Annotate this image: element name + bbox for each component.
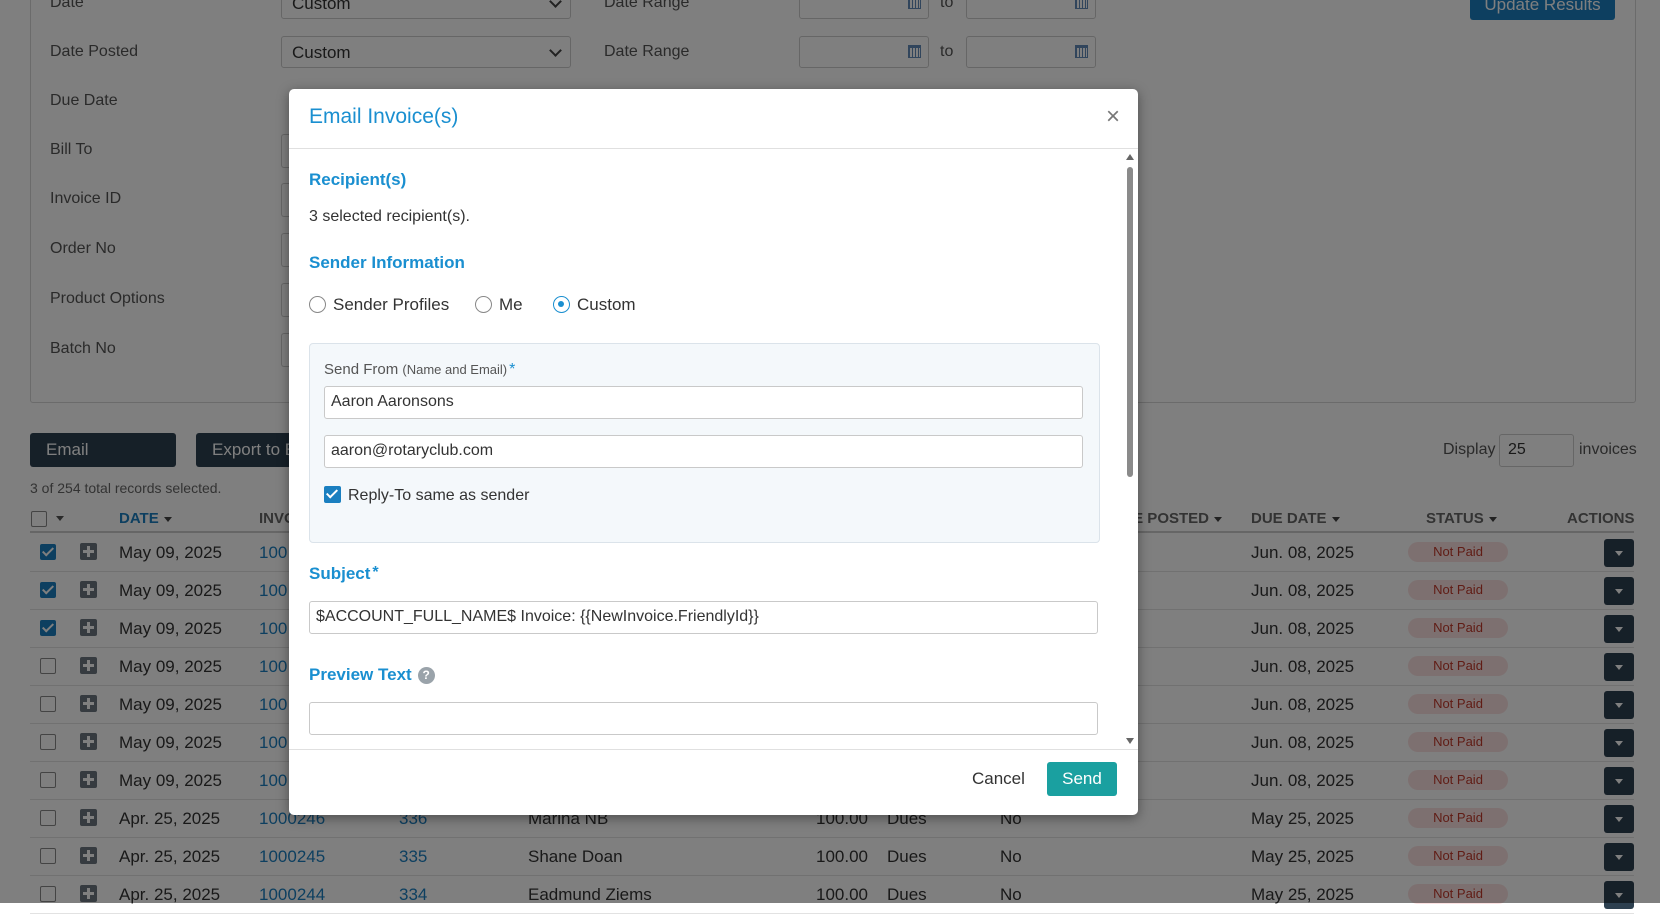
sender-email-input[interactable]: aaron@rotaryclub.com [324, 435, 1083, 468]
modal-scrollbar[interactable] [1125, 151, 1135, 747]
scrollbar-thumb[interactable] [1127, 167, 1133, 477]
subject-heading-text: Subject [309, 564, 371, 583]
help-icon[interactable]: ? [417, 667, 435, 684]
radio-circle[interactable] [475, 296, 492, 313]
send-button[interactable]: Send [1047, 762, 1117, 796]
reply-to-checkbox[interactable] [324, 486, 341, 503]
sender-name-input[interactable]: Aaron Aaronsons [324, 386, 1083, 419]
modal-footer-divider [289, 749, 1138, 750]
radio-circle[interactable] [309, 296, 326, 313]
send-from-label: Send From (Name and Email) * [324, 361, 515, 379]
recipients-heading: Recipient(s) [309, 170, 407, 189]
radio-label: Sender Profiles [333, 295, 450, 314]
sender-information-heading: Sender Information [309, 253, 465, 272]
preview-text-input[interactable] [309, 702, 1098, 735]
preview-text-heading-text: Preview Text [309, 665, 412, 684]
cancel-button[interactable]: Cancel [972, 769, 1025, 789]
radio-label: Me [499, 295, 523, 314]
radio-label: Custom [577, 295, 636, 314]
modal-header-divider [289, 148, 1138, 149]
radio-circle-selected[interactable] [553, 296, 570, 313]
modal-title: Email Invoice(s) [309, 105, 459, 128]
radio-sender-profiles[interactable]: Sender Profiles [309, 295, 449, 315]
subject-input[interactable]: $ACCOUNT_FULL_NAME$ Invoice: {{NewInvoic… [309, 601, 1098, 634]
required-marker: * [509, 361, 516, 378]
close-icon[interactable]: × [1106, 103, 1120, 131]
recipients-count: 3 selected recipient(s). [309, 208, 470, 225]
reply-to-option[interactable]: Reply-To same as sender [324, 486, 529, 505]
email-invoices-modal: Email Invoice(s) × Recipient(s) 3 select… [289, 89, 1138, 815]
scroll-up-arrow-icon[interactable] [1126, 154, 1134, 160]
preview-text-heading: Preview Text? [309, 665, 435, 685]
required-marker: * [372, 564, 379, 581]
send-from-hint: (Name and Email) [402, 362, 508, 377]
radio-custom[interactable]: Custom [553, 295, 636, 315]
send-from-label-text: Send From [324, 361, 399, 378]
reply-to-label: Reply-To same as sender [348, 487, 530, 504]
radio-me[interactable]: Me [475, 295, 523, 315]
scroll-down-arrow-icon[interactable] [1126, 738, 1134, 744]
subject-heading: Subject * [309, 564, 379, 584]
